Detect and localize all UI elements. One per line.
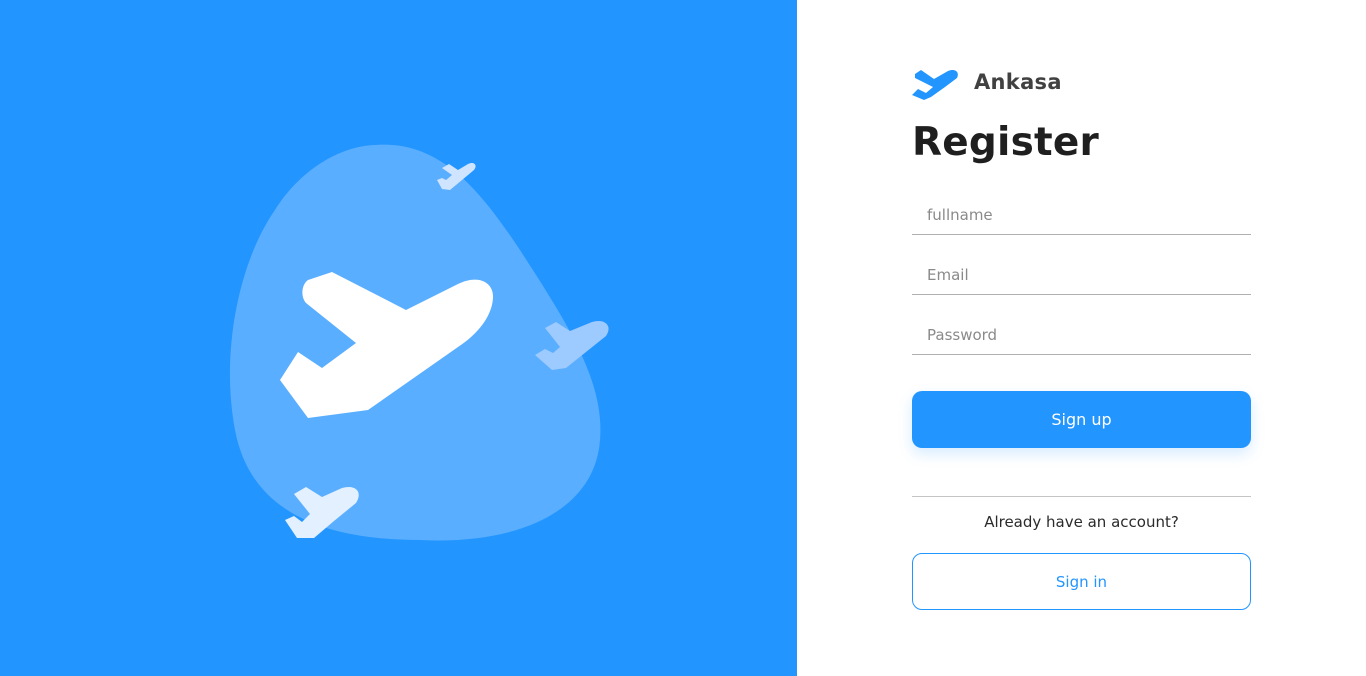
register-page: Ankasa Register Sign up Already have an …: [0, 0, 1366, 676]
divider: [912, 496, 1251, 497]
sign-up-button[interactable]: Sign up: [912, 391, 1251, 448]
brand-name: Ankasa: [974, 70, 1062, 94]
page-title: Register: [912, 120, 1099, 165]
password-field[interactable]: [912, 315, 1251, 355]
airplane-logo-icon: [912, 69, 958, 100]
hero-illustration: [229, 144, 609, 541]
hero-panel: [0, 0, 797, 676]
register-form-panel: Ankasa Register Sign up Already have an …: [797, 0, 1366, 676]
account-prompt-text: Already have an account?: [984, 513, 1179, 531]
sign-in-button[interactable]: Sign in: [912, 553, 1251, 610]
brand-header: Ankasa: [912, 63, 1062, 101]
email-field[interactable]: [912, 255, 1251, 295]
fullname-field[interactable]: [912, 195, 1251, 235]
